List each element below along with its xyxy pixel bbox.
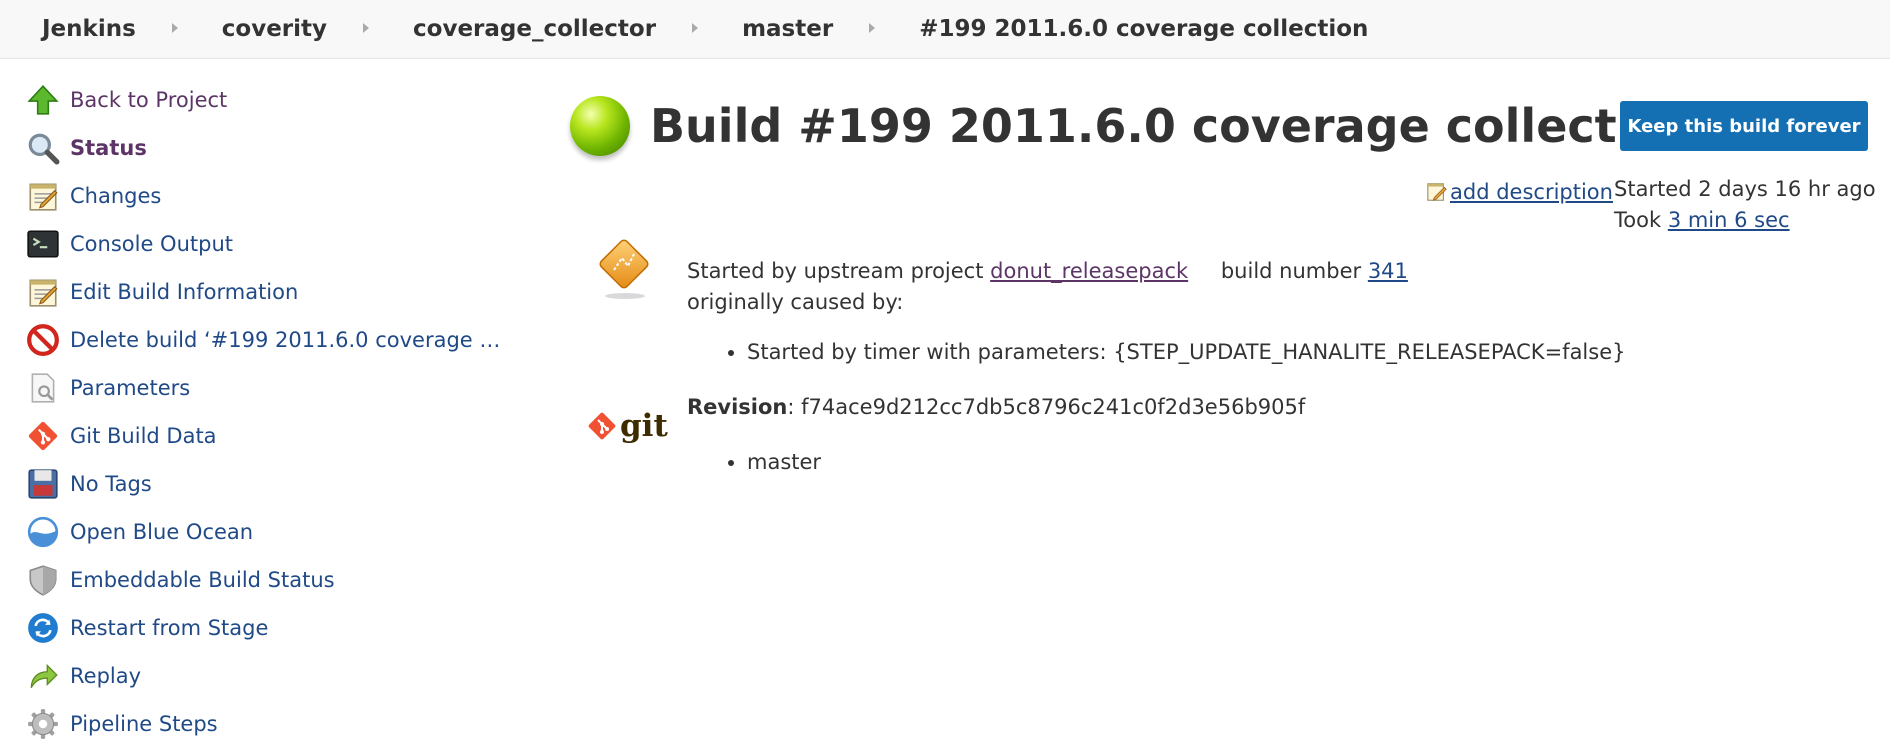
upstream-project-icon bbox=[599, 239, 649, 299]
git-logo: git bbox=[586, 410, 668, 442]
breadcrumb-separator-icon[interactable] bbox=[171, 23, 178, 33]
breadcrumb-coverage-collector[interactable]: coverage_collector bbox=[413, 16, 656, 42]
sidebar-item-label: Parameters bbox=[70, 376, 191, 400]
sidebar-item-label: Pipeline Steps bbox=[70, 712, 218, 736]
breadcrumb-separator-icon[interactable] bbox=[363, 23, 370, 33]
build-duration-link[interactable]: 3 min 6 sec bbox=[1668, 208, 1790, 232]
success-status-icon bbox=[570, 96, 630, 156]
keep-build-forever-button[interactable]: Keep this build forever bbox=[1620, 101, 1868, 151]
build-header: Build #199 2011.6.0 coverage collection… bbox=[570, 96, 1743, 156]
sidebar-item-label: Git Build Data bbox=[70, 424, 217, 448]
sidebar-item-parameters[interactable]: Parameters bbox=[24, 364, 544, 412]
sidebar-item-restart-from-stage[interactable]: Restart from Stage bbox=[24, 604, 544, 652]
build-timing: Started 2 days 16 hr ago Took 3 min 6 se… bbox=[1614, 174, 1876, 236]
sidebar-item-label: Open Blue Ocean bbox=[70, 520, 254, 544]
gear-icon bbox=[24, 705, 62, 743]
sidebar-item-label: No Tags bbox=[70, 472, 152, 496]
breadcrumb-jenkins[interactable]: Jenkins bbox=[42, 16, 136, 42]
started-time: Started 2 days 16 hr ago bbox=[1614, 177, 1876, 201]
page-title: Build #199 2011.6.0 coverage collection… bbox=[650, 99, 1743, 153]
sidebar-item-label: Edit Build Information bbox=[70, 280, 299, 304]
sidebar-item-label: Back to Project bbox=[70, 88, 228, 112]
git-icon bbox=[588, 412, 616, 440]
took-line: Took 3 min 6 sec bbox=[1614, 205, 1876, 236]
breadcrumb-coverity[interactable]: coverity bbox=[222, 16, 327, 42]
cause-prefix: Started by upstream project bbox=[687, 259, 984, 283]
git-icon bbox=[24, 417, 62, 455]
sidebar-item-delete-build[interactable]: Delete build ‘#199 2011.6.0 coverage col… bbox=[24, 316, 544, 364]
sidebar-item-label: Status bbox=[70, 136, 147, 160]
sidebar-item-git-build-data[interactable]: Git Build Data bbox=[24, 412, 544, 460]
sidebar-item-label: Replay bbox=[70, 664, 142, 688]
originally-caused-by: originally caused by: bbox=[687, 290, 904, 314]
upstream-cause-line: Started by upstream project donut_releas… bbox=[687, 256, 1408, 287]
sidebar-item-edit-build-information[interactable]: Edit Build Information bbox=[24, 268, 544, 316]
sidebar-item-embeddable-build-status[interactable]: Embeddable Build Status bbox=[24, 556, 544, 604]
sidebar-item-label: Console Output bbox=[70, 232, 233, 256]
upstream-build-number-link[interactable]: 341 bbox=[1368, 259, 1408, 283]
sidebar-item-label: Delete build ‘#199 2011.6.0 coverage col… bbox=[70, 328, 510, 352]
list-item: Started by timer with parameters: {STEP_… bbox=[747, 340, 1626, 364]
sidebar-item-status[interactable]: Status bbox=[24, 124, 544, 172]
no-entry-icon bbox=[24, 321, 62, 359]
revision: Revision: f74ace9d212cc7db5c8796c241c0f2… bbox=[687, 395, 1305, 419]
sidebar-item-label: Changes bbox=[70, 184, 162, 208]
breadcrumb-master[interactable]: master bbox=[742, 16, 833, 42]
blue-ocean-icon bbox=[24, 513, 62, 551]
revision-label: Revision bbox=[687, 395, 788, 419]
sidebar-item-open-blue-ocean[interactable]: Open Blue Ocean bbox=[24, 508, 544, 556]
git-logo-text: git bbox=[620, 407, 668, 444]
build-number-label: build number bbox=[1220, 259, 1362, 283]
sidebar-item-back-to-project[interactable]: Back to Project bbox=[24, 76, 544, 124]
search-icon bbox=[24, 129, 62, 167]
breadcrumb: Jenkins coverity coverage_collector mast… bbox=[0, 0, 1890, 59]
up-arrow-icon bbox=[24, 81, 62, 119]
notepad-edit-icon bbox=[1427, 183, 1447, 201]
add-description: add description bbox=[1426, 180, 1613, 204]
sidebar-item-replay[interactable]: Replay bbox=[24, 652, 544, 700]
restart-icon bbox=[24, 609, 62, 647]
cause-list: Started by timer with parameters: {STEP_… bbox=[747, 340, 1626, 364]
revision-hash: : f74ace9d212cc7db5c8796c241c0f2d3e56b90… bbox=[787, 395, 1306, 419]
sidebar-item-changes[interactable]: Changes bbox=[24, 172, 544, 220]
sidebar-item-label: Restart from Stage bbox=[70, 616, 269, 640]
breadcrumb-separator-icon[interactable] bbox=[692, 23, 699, 33]
notepad-edit-icon bbox=[24, 273, 62, 311]
sidebar-item-label: Embeddable Build Status bbox=[70, 568, 335, 592]
sidebar-item-pipeline-steps[interactable]: Pipeline Steps bbox=[24, 700, 544, 748]
terminal-icon bbox=[24, 225, 62, 263]
took-label: Took bbox=[1614, 208, 1662, 232]
list-item: master bbox=[747, 450, 821, 474]
add-description-link[interactable]: add description bbox=[1450, 180, 1613, 204]
shield-icon bbox=[24, 561, 62, 599]
upstream-project-link[interactable]: donut_releasepack bbox=[990, 259, 1188, 283]
sidebar-item-no-tags[interactable]: No Tags bbox=[24, 460, 544, 508]
branch-list: master bbox=[747, 450, 821, 474]
document-search-icon bbox=[24, 369, 62, 407]
side-panel: Back to Project Status Changes Console O… bbox=[24, 76, 544, 748]
replay-arrow-icon bbox=[24, 657, 62, 695]
breadcrumb-build[interactable]: #199 2011.6.0 coverage collection bbox=[919, 16, 1368, 42]
sidebar-item-console-output[interactable]: Console Output bbox=[24, 220, 544, 268]
cause-description: Started by upstream project donut_releas… bbox=[687, 256, 1408, 318]
breadcrumb-separator-icon[interactable] bbox=[869, 23, 876, 33]
save-icon bbox=[24, 465, 62, 503]
notepad-icon bbox=[24, 177, 62, 215]
